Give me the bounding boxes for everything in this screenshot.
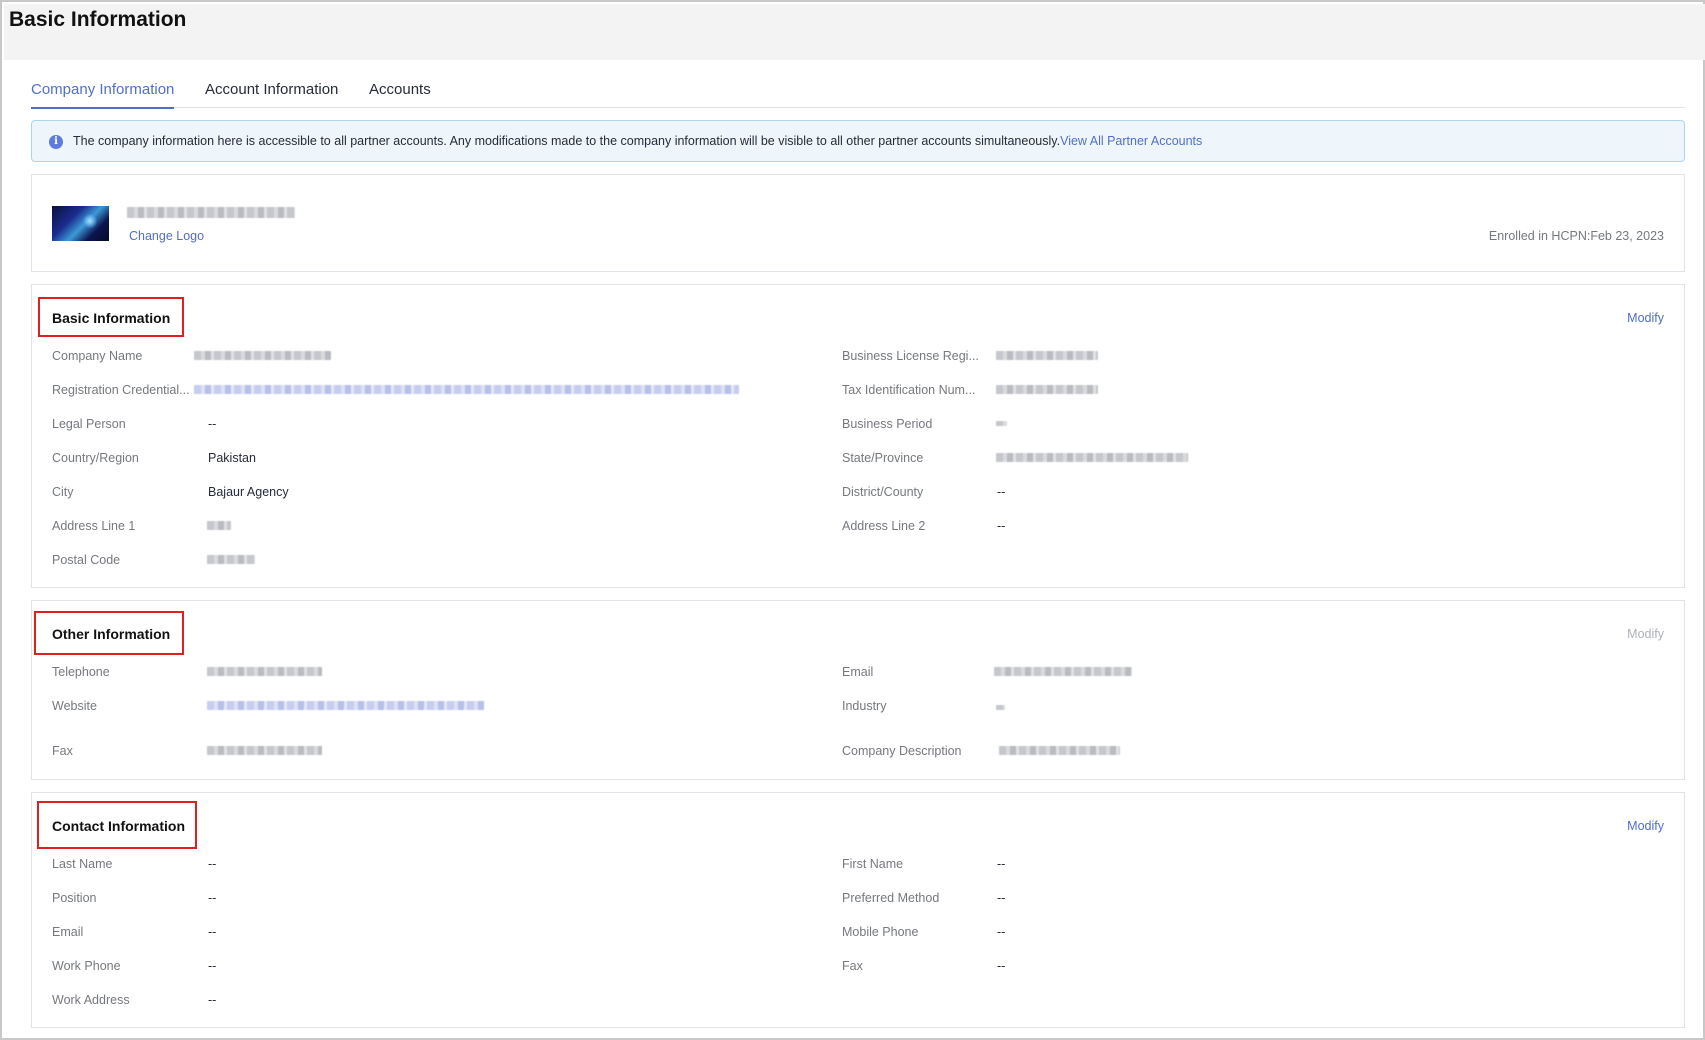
field-label: Email bbox=[52, 925, 84, 939]
field-label: State/Province bbox=[842, 451, 924, 465]
enrolled-date: Enrolled in HCPN:Feb 23, 2023 bbox=[1488, 229, 1664, 243]
field-label: Position bbox=[52, 891, 97, 905]
website-link-redacted[interactable] bbox=[207, 701, 484, 710]
contact-information-card: Contact Information Modify Last Name -- … bbox=[31, 792, 1685, 1028]
company-name-redacted bbox=[127, 207, 295, 218]
legal-person-value: -- bbox=[208, 417, 217, 431]
field-label: City bbox=[52, 485, 74, 499]
registration-credential-link-redacted[interactable] bbox=[194, 385, 739, 394]
tab-company-information[interactable]: Company Information bbox=[31, 81, 175, 109]
field-label: Tax Identification Num... bbox=[842, 383, 976, 397]
basic-information-card: Basic Information Modify Company Name Re… bbox=[31, 284, 1685, 588]
page-title: Basic Information bbox=[9, 8, 187, 31]
notice-message: The company information here is accessib… bbox=[73, 134, 1202, 148]
view-all-partner-accounts-link[interactable]: View All Partner Accounts bbox=[1060, 134, 1202, 148]
field-label: District/County bbox=[842, 485, 924, 499]
company-logo-card: Change Logo Enrolled in HCPN:Feb 23, 202… bbox=[31, 174, 1685, 272]
field-label: Work Phone bbox=[52, 959, 121, 973]
field-label: Mobile Phone bbox=[842, 925, 919, 939]
basic-information-title: Basic Information bbox=[52, 310, 171, 326]
tab-account-information[interactable]: Account Information bbox=[205, 81, 338, 107]
company-description-value-redacted bbox=[999, 746, 1120, 755]
company-logo bbox=[52, 206, 109, 241]
field-label: Website bbox=[52, 699, 97, 713]
fax-value-redacted bbox=[207, 746, 322, 755]
field-label: Email bbox=[842, 665, 874, 679]
contact-information-modify-button[interactable]: Modify bbox=[1627, 819, 1664, 833]
tax-id-value-redacted bbox=[996, 385, 1098, 394]
page-frame: Basic Information Company Information Ac… bbox=[0, 0, 1705, 1040]
field-label: Company Description bbox=[842, 744, 962, 758]
field-label: Industry bbox=[842, 699, 887, 713]
tab-accounts[interactable]: Accounts bbox=[369, 81, 431, 107]
tab-bar: Company Information Account Information … bbox=[31, 72, 1685, 109]
industry-value-redacted bbox=[996, 705, 1005, 710]
field-label: Registration Credential... bbox=[52, 383, 190, 397]
field-label: Telephone bbox=[52, 665, 110, 679]
field-label: Preferred Method bbox=[842, 891, 940, 905]
other-information-modify-button[interactable]: Modify bbox=[1627, 627, 1664, 641]
work-address-value: -- bbox=[208, 993, 217, 1007]
other-information-title: Other Information bbox=[52, 626, 171, 642]
info-notice: i The company information here is access… bbox=[31, 120, 1685, 162]
address-line-2-value: -- bbox=[997, 519, 1006, 533]
field-label: Last Name bbox=[52, 857, 113, 871]
field-label: Business Period bbox=[842, 417, 933, 431]
page-header: Basic Information bbox=[4, 4, 1705, 60]
field-label: First Name bbox=[842, 857, 904, 871]
field-label: Company Name bbox=[52, 349, 143, 363]
business-license-value-redacted bbox=[996, 351, 1098, 360]
fax-value: -- bbox=[997, 959, 1006, 973]
field-label: Legal Person bbox=[52, 417, 126, 431]
basic-information-modify-button[interactable]: Modify bbox=[1627, 311, 1664, 325]
position-value: -- bbox=[208, 891, 217, 905]
field-label: Business License Regi... bbox=[842, 349, 979, 363]
info-icon: i bbox=[49, 135, 63, 149]
mobile-phone-value: -- bbox=[997, 925, 1006, 939]
first-name-value: -- bbox=[997, 857, 1006, 871]
district-county-value: -- bbox=[997, 485, 1006, 499]
other-information-card: Other Information Modify Telephone Websi… bbox=[31, 600, 1685, 780]
field-label: Address Line 2 bbox=[842, 519, 926, 533]
country-region-value: Pakistan bbox=[208, 451, 256, 465]
address-line-1-value-redacted bbox=[207, 521, 231, 530]
field-label: Country/Region bbox=[52, 451, 139, 465]
last-name-value: -- bbox=[208, 857, 217, 871]
email-value: -- bbox=[208, 925, 217, 939]
city-value: Bajaur Agency bbox=[208, 485, 289, 499]
state-province-value-redacted bbox=[996, 453, 1188, 462]
field-label: Work Address bbox=[52, 993, 130, 1007]
change-logo-link[interactable]: Change Logo bbox=[129, 229, 204, 243]
email-value-redacted bbox=[994, 667, 1132, 676]
contact-information-title: Contact Information bbox=[52, 818, 185, 834]
field-label: Fax bbox=[842, 959, 863, 973]
company-name-value-redacted bbox=[194, 351, 331, 360]
notice-text: The company information here is accessib… bbox=[73, 134, 1061, 148]
work-phone-value: -- bbox=[208, 959, 217, 973]
business-period-value-redacted bbox=[996, 421, 1007, 426]
telephone-value-redacted bbox=[207, 667, 322, 676]
field-label: Postal Code bbox=[52, 553, 121, 567]
postal-code-value-redacted bbox=[207, 555, 255, 564]
preferred-method-value: -- bbox=[997, 891, 1006, 905]
field-label: Fax bbox=[52, 744, 73, 758]
field-label: Address Line 1 bbox=[52, 519, 136, 533]
